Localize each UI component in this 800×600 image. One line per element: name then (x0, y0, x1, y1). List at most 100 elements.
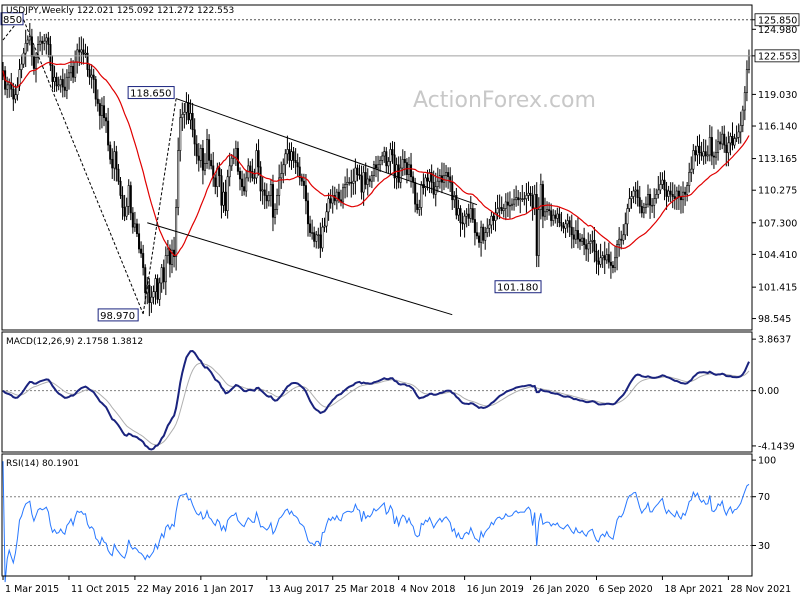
candle-body (638, 197, 641, 207)
candle-body (420, 184, 423, 208)
candle-body (599, 257, 602, 265)
y-tick-label: 100 (758, 456, 776, 467)
candle-body (745, 69, 748, 93)
candle-body (364, 172, 367, 185)
candle-body (510, 203, 514, 206)
candle-body (451, 181, 454, 201)
candle-body (245, 177, 248, 192)
candle-body (704, 151, 707, 157)
candle-body (574, 230, 577, 240)
candle-body (119, 180, 122, 196)
candle-body (206, 139, 209, 164)
candle-body (595, 250, 598, 262)
candle-body (354, 167, 357, 182)
candle-body (131, 212, 134, 228)
candle-body (529, 192, 532, 196)
candle-body (185, 102, 188, 113)
candle-body (313, 232, 316, 242)
candle-body (203, 163, 206, 171)
y-tick-label: 98.545 (758, 314, 791, 325)
candle-body (397, 164, 400, 183)
candle-body (241, 178, 244, 187)
candle-body (53, 76, 56, 82)
candle-body (412, 176, 415, 183)
candle-body (739, 125, 742, 133)
candle-body (123, 207, 126, 217)
candle-body (436, 180, 439, 187)
candle-body (665, 189, 668, 197)
candle-body (158, 282, 161, 300)
candle-body (614, 257, 617, 268)
y-tick-label: 122.553 (758, 51, 797, 62)
candle-body (482, 226, 485, 241)
candle-body (24, 42, 27, 54)
candle-body (731, 136, 734, 146)
price-annotation-label: 98.970 (100, 311, 135, 322)
candle-body (593, 239, 596, 252)
x-tick-label: 1 Mar 2015 (5, 584, 59, 595)
lower-channel-line (147, 222, 453, 316)
candle-body (568, 220, 571, 228)
candle-body (556, 213, 559, 219)
candle-body (504, 201, 507, 209)
candle-body (686, 185, 689, 195)
candle-body (261, 189, 264, 192)
candle-body (671, 194, 674, 197)
macd-line (2, 349, 750, 451)
x-tick-label: 16 Jun 2019 (467, 584, 524, 595)
candle-body (570, 226, 573, 236)
candle-body (276, 195, 279, 210)
candle-body (554, 214, 557, 219)
price-annotation-label: 101.180 (497, 283, 538, 294)
candle-body (696, 145, 699, 156)
candle-body (634, 189, 637, 192)
candle-body (611, 265, 614, 268)
candle-body (500, 207, 503, 212)
candle-body (249, 165, 252, 172)
candle-body (519, 198, 522, 201)
candle-body (226, 176, 229, 212)
candle-body (543, 211, 546, 217)
candle-body (12, 88, 15, 100)
candle-body (302, 180, 305, 186)
candle-body (121, 195, 124, 208)
candle-body (127, 185, 130, 207)
candle-body (605, 254, 608, 261)
y-tick-label: 104.410 (758, 250, 797, 261)
candle-body (342, 187, 345, 203)
candle-body (581, 237, 584, 242)
x-tick-label: 18 Apr 2021 (664, 584, 723, 595)
candle-body (383, 151, 386, 157)
candle-body (346, 181, 349, 185)
candle-body (391, 149, 394, 156)
candle-body (191, 113, 194, 131)
candle-body (43, 40, 46, 44)
candle-body (210, 160, 213, 167)
candle-body (90, 74, 93, 78)
candle-body (589, 241, 592, 244)
candle-body (259, 166, 262, 192)
candle-body (432, 181, 435, 195)
candle-body (296, 162, 299, 168)
candle-body (521, 198, 524, 200)
candle-body (274, 209, 277, 218)
candle-body (480, 226, 483, 243)
candle-body (243, 186, 246, 192)
y-tick-label: 119.030 (758, 90, 797, 101)
candle-body (700, 152, 703, 157)
y-tick-label: 101.415 (758, 283, 797, 294)
candle-body (620, 238, 623, 241)
candle-body (541, 184, 544, 217)
candle-body (154, 278, 157, 293)
x-tick-label: 4 Nov 2018 (401, 584, 456, 595)
candle-body (102, 105, 106, 119)
candle-body (585, 244, 588, 250)
candle-body (498, 207, 501, 209)
candle-body (350, 181, 353, 184)
candle-body (459, 208, 462, 224)
candle-body (690, 168, 693, 173)
x-tick-label: 6 Sep 2020 (598, 584, 652, 595)
candle-body (267, 195, 270, 202)
candle-body (18, 69, 21, 87)
candle-body (578, 238, 582, 242)
